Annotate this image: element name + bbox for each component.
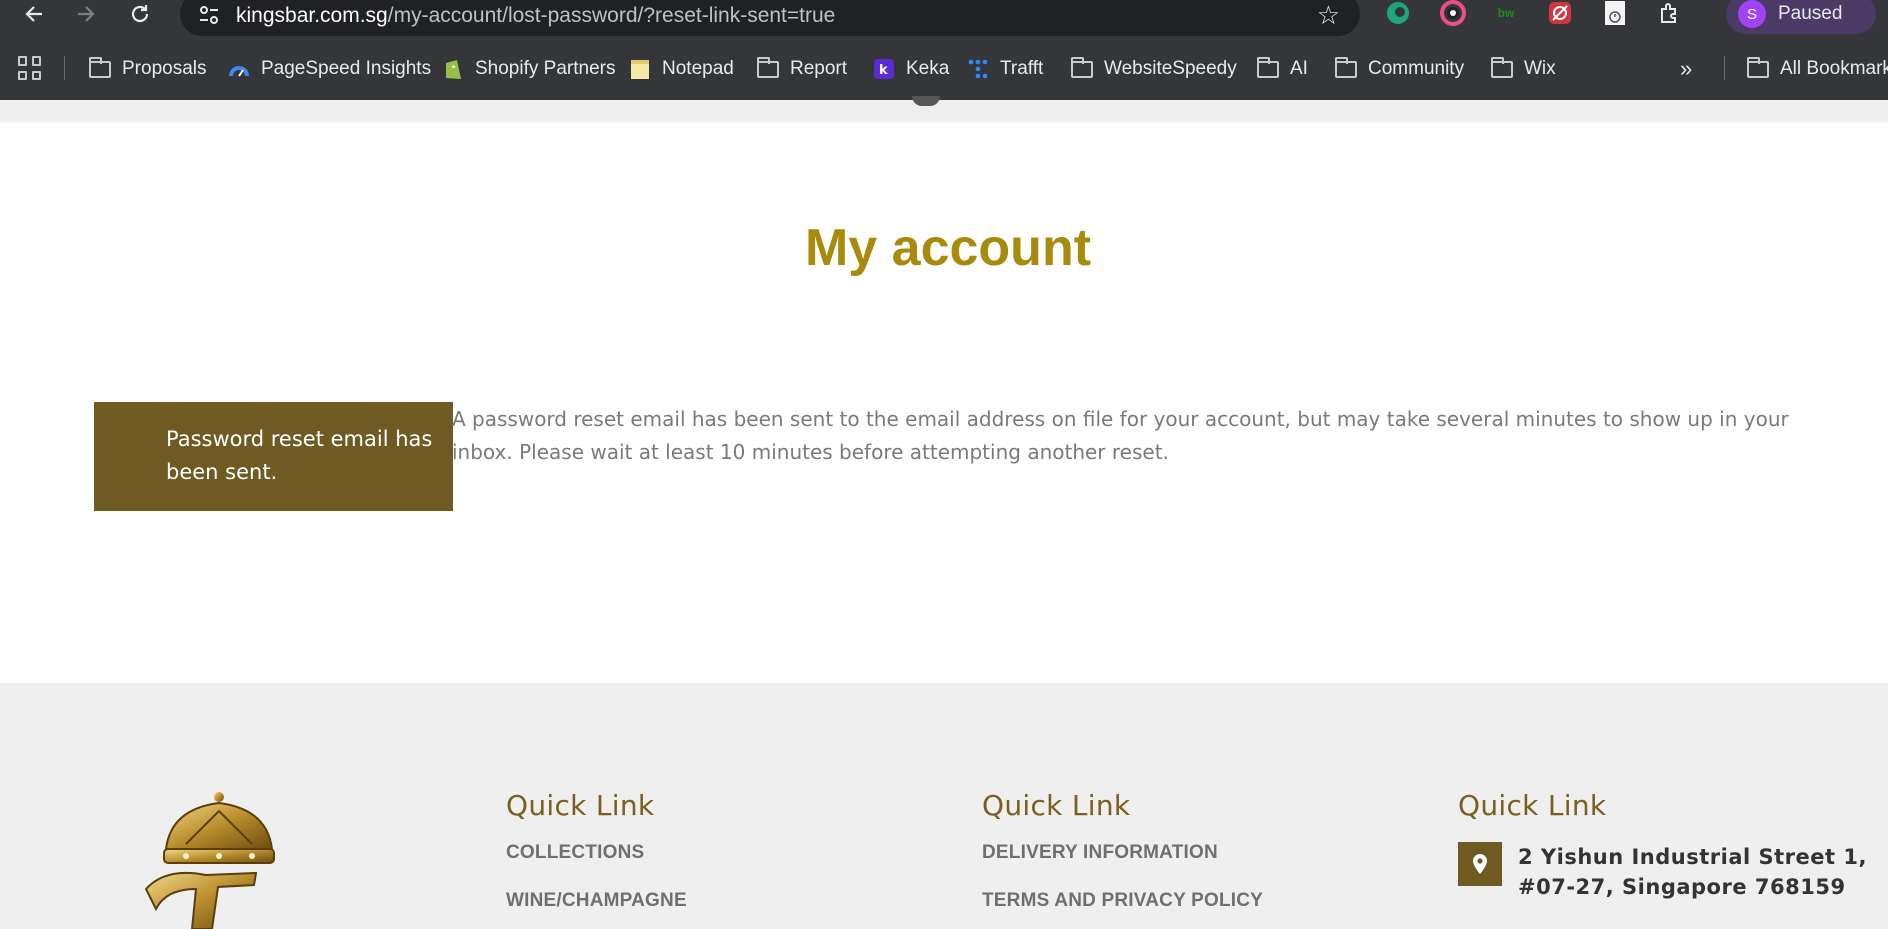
folder-icon — [1746, 56, 1770, 80]
reload-icon — [131, 5, 149, 23]
bookmark-report[interactable]: Report — [756, 56, 847, 82]
bookmark-wix[interactable]: Wix — [1490, 56, 1556, 82]
address-bar[interactable]: kingsbar.com.sg/my-account/lost-password… — [180, 0, 1360, 36]
footer-link-wine-champagne[interactable]: WINE/CHAMPAGNE — [506, 890, 687, 912]
footer-heading: Quick Link — [1458, 789, 1607, 822]
url-text: kingsbar.com.sg/my-account/lost-password… — [236, 4, 835, 28]
notepad-icon — [628, 58, 652, 80]
url-host: kingsbar.com.sg — [236, 4, 388, 27]
notice-description: A password reset email has been sent to … — [452, 407, 1789, 464]
bookmark-keka[interactable]: k Keka — [872, 56, 949, 82]
folder-icon — [1256, 56, 1280, 80]
bookmark-trafft[interactable]: Trafft — [966, 56, 1043, 82]
address-item: 2 Yishun Industrial Street 1, #07-27, Si… — [1458, 842, 1878, 902]
bookmark-star-icon[interactable]: ☆ — [1317, 0, 1340, 31]
bookmark-label: Wix — [1524, 58, 1556, 79]
bookmark-websitespeedy[interactable]: WebsiteSpeedy — [1070, 56, 1237, 82]
bw-icon[interactable]: bw — [1492, 0, 1520, 26]
url-path: /my-account/lost-password/?reset-link-se… — [387, 4, 836, 27]
bookmarks-bar: Proposals PageSpeed Insights Shopify Par… — [0, 48, 1888, 88]
browser-toolbar: kingsbar.com.sg/my-account/lost-password… — [0, 0, 1888, 40]
bookmark-proposals[interactable]: Proposals — [88, 56, 207, 82]
divider — [1724, 56, 1725, 80]
bookmark-label: AI — [1290, 58, 1308, 79]
browser-chrome: kingsbar.com.sg/my-account/lost-password… — [0, 0, 1888, 100]
folder-icon — [88, 56, 112, 80]
bookmark-label: Shopify Partners — [475, 58, 616, 79]
forward-arrow-icon — [78, 6, 95, 22]
main-content: My account Password reset email has been… — [0, 122, 1888, 683]
chevron-double-right-icon: » — [1680, 56, 1693, 81]
bookmark-label: Report — [790, 58, 848, 79]
shopify-icon — [441, 58, 465, 80]
folder-icon — [1490, 56, 1514, 80]
forward-button[interactable] — [68, 0, 104, 28]
bookmark-ai[interactable]: AI — [1256, 56, 1308, 82]
edge-icon[interactable] — [1384, 0, 1412, 26]
bookmark-label: All Bookmarks — [1780, 58, 1888, 79]
debug-icon[interactable] — [1546, 0, 1574, 26]
notice-message: Password reset email has been sent. — [166, 427, 433, 484]
footer: Quick Link COLLECTIONS WINE/CHAMPAGNE Qu… — [0, 683, 1888, 929]
bookmark-label: Notepad — [662, 58, 734, 79]
timer-icon[interactable] — [1601, 0, 1629, 26]
color-picker-icon[interactable] — [1439, 0, 1467, 26]
site-settings-icon[interactable] — [198, 4, 220, 26]
all-bookmarks-button[interactable]: All Bookmarks — [1746, 56, 1888, 82]
footer-column-3: Quick Link 2 Yishun Industrial Street 1,… — [1458, 789, 1878, 902]
bookmark-label: Proposals — [122, 58, 207, 79]
folder-icon — [1070, 56, 1094, 80]
puzzle-icon[interactable] — [1656, 0, 1684, 26]
bookmarks-overflow-button[interactable]: » — [1680, 56, 1692, 82]
footer-heading: Quick Link — [506, 789, 655, 822]
folder-icon — [1334, 56, 1358, 80]
address-line-1: 2 Yishun Industrial Street 1, — [1518, 845, 1867, 869]
profile-button[interactable]: S Paused — [1726, 0, 1876, 34]
bookmark-notepad[interactable]: Notepad — [628, 56, 734, 82]
scroll-indicator — [912, 96, 940, 106]
footer-column-2: Quick Link DELIVERY INFORMATION TERMS AN… — [982, 789, 1263, 929]
crown-logo-icon[interactable] — [126, 789, 276, 929]
trafft-icon — [966, 58, 990, 80]
footer-heading: Quick Link — [982, 789, 1131, 822]
pagespeed-icon — [227, 58, 251, 80]
bookmark-pagespeed[interactable]: PageSpeed Insights — [227, 56, 431, 82]
address-line-2: #07-27, Singapore 768159 — [1518, 875, 1846, 899]
folder-icon — [756, 56, 780, 80]
footer-link-delivery-information[interactable]: DELIVERY INFORMATION — [982, 842, 1263, 864]
bookmark-community[interactable]: Community — [1334, 56, 1464, 82]
avatar: S — [1738, 0, 1766, 28]
back-arrow-icon — [25, 6, 42, 22]
footer-column-1: Quick Link COLLECTIONS WINE/CHAMPAGNE — [506, 789, 687, 929]
notice-box: Password reset email has been sent. — [94, 402, 453, 511]
bookmark-label: WebsiteSpeedy — [1104, 58, 1237, 79]
keka-icon: k — [872, 58, 896, 80]
location-pin-icon — [1458, 842, 1502, 886]
reload-button[interactable] — [122, 0, 158, 28]
bookmark-label: Keka — [906, 58, 950, 79]
bookmark-label: Community — [1368, 58, 1465, 79]
bookmark-label: PageSpeed Insights — [261, 58, 432, 79]
svg-text:k: k — [879, 63, 888, 78]
footer-link-collections[interactable]: COLLECTIONS — [506, 842, 687, 864]
address-text: 2 Yishun Industrial Street 1, #07-27, Si… — [1518, 842, 1867, 902]
bookmark-shopify[interactable]: Shopify Partners — [441, 56, 615, 82]
page-title: My account — [804, 219, 1092, 277]
page-header-strip — [0, 96, 1888, 122]
bw-icon-label: bw — [1497, 6, 1515, 20]
bookmark-label: Trafft — [1000, 58, 1044, 79]
profile-status: Paused — [1778, 3, 1843, 24]
back-button[interactable] — [16, 0, 52, 28]
footer-link-terms-privacy[interactable]: TERMS AND PRIVACY POLICY — [982, 890, 1263, 912]
